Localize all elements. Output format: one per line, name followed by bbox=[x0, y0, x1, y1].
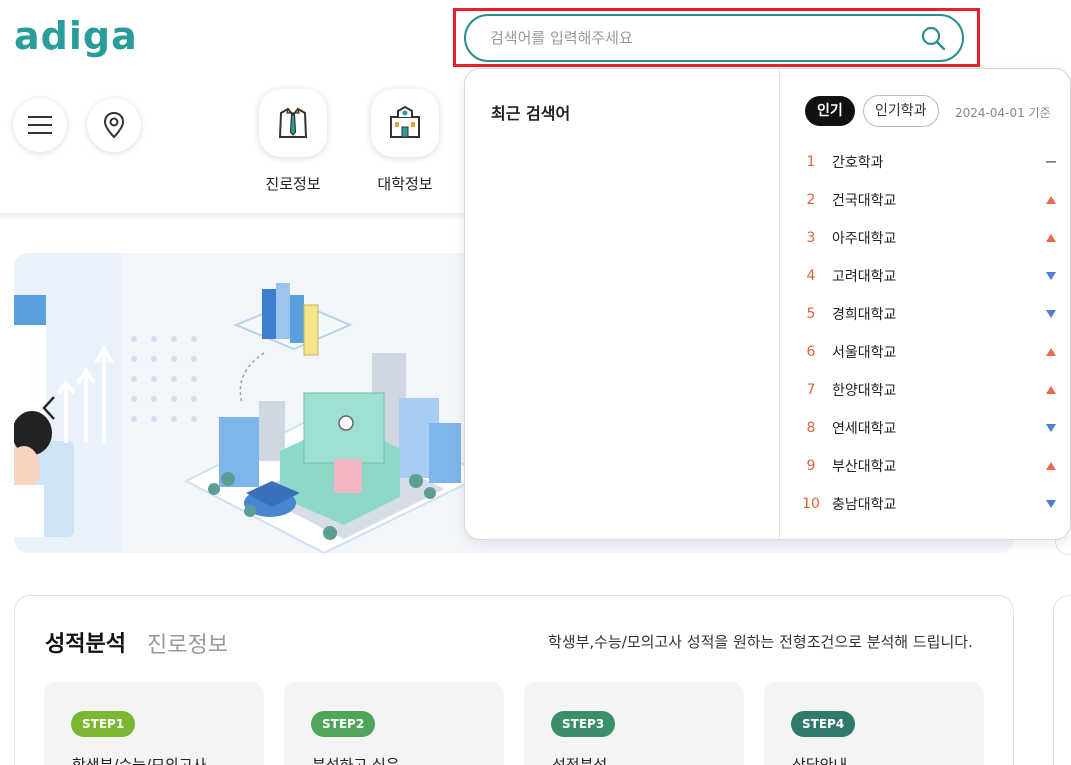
step-text: 상담안내 bbox=[792, 756, 848, 765]
trend-up-icon bbox=[1046, 348, 1056, 356]
rank-keyword[interactable]: 간호학과 bbox=[832, 152, 884, 172]
rank-keyword[interactable]: 충남대학교 bbox=[832, 494, 896, 514]
chevron-left-icon bbox=[42, 396, 55, 420]
step-badge: STEP3 bbox=[551, 711, 616, 737]
rank-number: 9 bbox=[806, 458, 816, 474]
menu-button[interactable] bbox=[13, 98, 67, 152]
rank-keyword[interactable]: 고려대학교 bbox=[832, 266, 896, 286]
trend-down-icon bbox=[1046, 500, 1056, 508]
rank-number: 8 bbox=[806, 420, 816, 436]
rank-number: 2 bbox=[806, 192, 816, 208]
rank-number: 6 bbox=[806, 344, 816, 360]
search-suggestion-panel: 최근 검색어 인기 인기학과 2024-04-01 기준 1 간호학과 2 건국대학교… bbox=[464, 68, 1071, 540]
rank-keyword[interactable]: 경희대학교 bbox=[832, 304, 896, 324]
career-info-button[interactable] bbox=[259, 89, 327, 157]
tab-popular[interactable]: 인기 bbox=[805, 96, 855, 126]
site-logo[interactable]: adiga bbox=[14, 14, 138, 58]
ranking-item[interactable]: 8 연세대학교 bbox=[797, 409, 1057, 447]
shirt-tie-icon bbox=[278, 107, 308, 138]
trend-up-icon bbox=[1046, 386, 1056, 394]
trend-down-icon bbox=[1046, 272, 1056, 280]
search-icon[interactable] bbox=[920, 25, 946, 51]
university-building-icon bbox=[390, 105, 420, 138]
step-card-4[interactable]: STEP4 상담안내 bbox=[764, 682, 984, 765]
tab-popular-majors[interactable]: 인기학과 bbox=[863, 95, 939, 127]
career-subtitle-tab[interactable]: 진로정보 bbox=[147, 627, 228, 659]
ranking-item[interactable]: 1 간호학과 bbox=[797, 143, 1057, 181]
trend-up-icon bbox=[1046, 462, 1056, 470]
location-button[interactable] bbox=[87, 98, 141, 152]
right-card-partial bbox=[1053, 595, 1071, 765]
ranking-date: 2024-04-01 기준 bbox=[955, 106, 1051, 120]
trend-up-icon bbox=[1046, 234, 1056, 242]
recent-searches-title: 최근 검색어 bbox=[491, 104, 571, 123]
popular-ranking-list: 1 간호학과 2 건국대학교 3 아주대학교 4 고려대학교 5 경희대학교 6 서울대학교 7 한양대학… bbox=[797, 143, 1057, 523]
score-description: 학생부,수능/모의고사 성적을 원하는 전형조건으로 분석해 드립니다. bbox=[548, 633, 973, 651]
rank-keyword[interactable]: 연세대학교 bbox=[832, 418, 896, 438]
location-pin-icon bbox=[103, 111, 125, 139]
search-box[interactable] bbox=[464, 14, 964, 62]
rank-number: 10 bbox=[802, 496, 820, 512]
score-title[interactable]: 성적분석 bbox=[45, 626, 126, 658]
ranking-item[interactable]: 10 충남대학교 bbox=[797, 485, 1057, 523]
ranking-item[interactable]: 4 고려대학교 bbox=[797, 257, 1057, 295]
career-info-label[interactable]: 진로정보 bbox=[243, 173, 343, 194]
hamburger-icon bbox=[28, 116, 52, 134]
ranking-item[interactable]: 2 건국대학교 bbox=[797, 181, 1057, 219]
ranking-item[interactable]: 5 경희대학교 bbox=[797, 295, 1057, 333]
step-badge: STEP4 bbox=[791, 711, 856, 737]
rank-number: 7 bbox=[806, 382, 816, 398]
step-text: 분석하고 싶은 bbox=[312, 756, 400, 765]
rank-number: 1 bbox=[806, 154, 816, 170]
banner-prev-arrow[interactable] bbox=[40, 394, 58, 429]
step-card-2[interactable]: STEP2 분석하고 싶은 bbox=[284, 682, 504, 765]
rank-number: 5 bbox=[806, 306, 816, 322]
rank-number: 3 bbox=[806, 230, 816, 246]
step-text: 학생부/수능/모의고사 bbox=[72, 756, 207, 765]
rank-number: 4 bbox=[806, 268, 816, 284]
rank-keyword[interactable]: 서울대학교 bbox=[832, 342, 896, 362]
panel-divider bbox=[779, 69, 780, 539]
trend-same-icon bbox=[1046, 161, 1056, 163]
university-info-button[interactable] bbox=[371, 89, 439, 157]
step-text: 성적분석 bbox=[552, 756, 608, 765]
rank-keyword[interactable]: 아주대학교 bbox=[832, 228, 896, 248]
rank-keyword[interactable]: 부산대학교 bbox=[832, 456, 896, 476]
step-card-3[interactable]: STEP3 성적분석 bbox=[524, 682, 744, 765]
step-card-1[interactable]: STEP1 학생부/수능/모의고사 bbox=[44, 682, 264, 765]
ranking-item[interactable]: 7 한양대학교 bbox=[797, 371, 1057, 409]
ranking-item[interactable]: 6 서울대학교 bbox=[797, 333, 1057, 371]
score-analysis-card: 성적분석 진로정보 학생부,수능/모의고사 성적을 원하는 전형조건으로 분석해… bbox=[14, 595, 1014, 765]
step-badge: STEP1 bbox=[71, 711, 136, 737]
trend-down-icon bbox=[1046, 424, 1056, 432]
search-input[interactable] bbox=[490, 26, 890, 50]
rank-keyword[interactable]: 한양대학교 bbox=[832, 380, 896, 400]
trend-up-icon bbox=[1046, 196, 1056, 204]
ranking-item[interactable]: 9 부산대학교 bbox=[797, 447, 1057, 485]
trend-down-icon bbox=[1046, 310, 1056, 318]
step-badge: STEP2 bbox=[311, 711, 376, 737]
ranking-item[interactable]: 3 아주대학교 bbox=[797, 219, 1057, 257]
rank-keyword[interactable]: 건국대학교 bbox=[832, 190, 896, 210]
university-info-label[interactable]: 대학정보 bbox=[355, 173, 455, 194]
